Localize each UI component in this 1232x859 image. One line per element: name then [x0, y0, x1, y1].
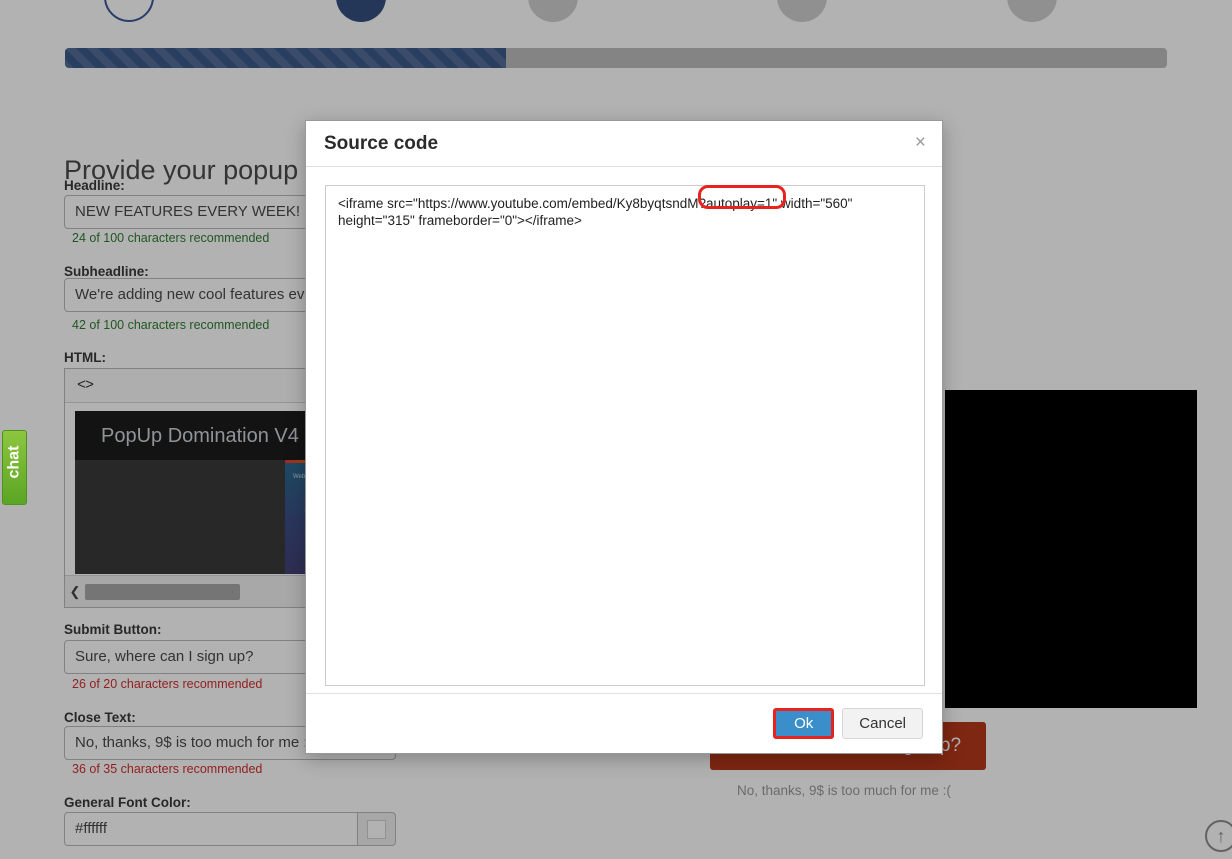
cancel-button[interactable]: Cancel [842, 708, 923, 739]
source-code-textarea[interactable]: <iframe src="https://www.youtube.com/emb… [325, 185, 925, 686]
chat-tab-label: chat [5, 445, 23, 479]
dialog-title: Source code [324, 132, 439, 154]
dialog-body: <iframe src="https://www.youtube.com/emb… [306, 167, 942, 686]
chat-tab-button[interactable]: chat [2, 430, 27, 505]
dialog-header: Source code × [306, 121, 942, 167]
ok-button[interactable]: Ok [773, 708, 835, 739]
close-icon[interactable]: × [915, 133, 926, 152]
source-code-dialog: Source code × <iframe src="https://www.y… [305, 120, 943, 754]
dialog-footer: Ok Cancel [306, 693, 942, 753]
